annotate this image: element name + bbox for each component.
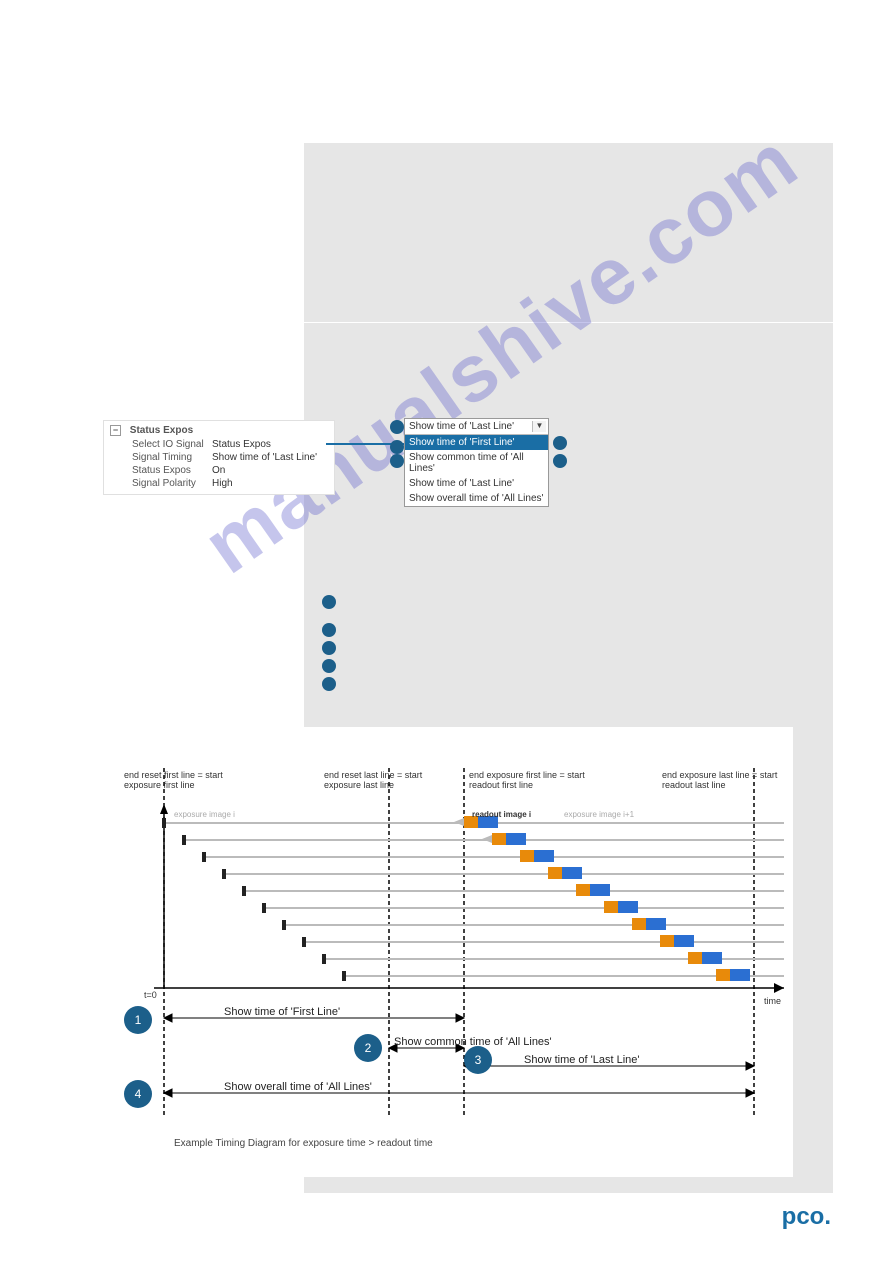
axis-origin-label: t=0 [144, 990, 157, 1000]
annotation-bullet [390, 420, 404, 434]
annotation-bullet [390, 440, 404, 454]
annotation-first: Show time of 'First Line' [224, 1006, 340, 1018]
prop-row[interactable]: Status Expos On [104, 464, 334, 477]
dropdown-selected[interactable]: Show time of 'Last Line' ▼ [405, 419, 548, 435]
dropdown-option[interactable]: Show common time of 'All Lines' [405, 450, 548, 476]
diagram-label: end exposure last line = start readout l… [662, 770, 792, 790]
bullet-icon [322, 641, 336, 655]
annotation-bullet [553, 454, 567, 468]
annotation-last: Show time of 'Last Line' [524, 1054, 639, 1066]
prop-row[interactable]: Signal Polarity High [104, 477, 334, 490]
annotation-bullet [390, 454, 404, 468]
prop-value: High [212, 478, 328, 489]
annotation-marker-1: 1 [124, 1006, 152, 1034]
diagram-band-label: readout image i [472, 810, 531, 819]
prop-value: Show time of 'Last Line' [212, 452, 328, 463]
dropdown-selected-label: Show time of 'Last Line' [409, 421, 514, 432]
annotation-bullet [322, 595, 336, 609]
diagram-label: end reset last line = start exposure las… [324, 770, 444, 790]
prop-key: Select IO Signal [132, 439, 212, 450]
annotation-marker-4: 4 [124, 1080, 152, 1108]
annotation-bullet [553, 436, 567, 450]
brand-logo: pco. [782, 1203, 831, 1231]
list-item [322, 659, 502, 673]
diagram-label: end reset first line = start exposure fi… [124, 770, 254, 790]
prop-key: Status Expos [132, 465, 212, 476]
dropdown-option[interactable]: Show time of 'First Line' [405, 435, 548, 450]
prop-value: On [212, 465, 328, 476]
chevron-down-icon[interactable]: ▼ [532, 421, 546, 432]
bullet-icon [322, 623, 336, 637]
annotation-marker-3: 3 [464, 1046, 492, 1074]
prop-key: Signal Timing [132, 452, 212, 463]
prop-row[interactable]: Signal Timing Show time of 'Last Line' [104, 451, 334, 464]
annotation-overall: Show overall time of 'All Lines' [224, 1081, 372, 1093]
diagram-label: end exposure first line = start readout … [469, 770, 609, 790]
list-item [322, 677, 502, 691]
diagram-band-label: exposure image i [174, 810, 235, 819]
bullet-icon [322, 659, 336, 673]
diagram-caption: Example Timing Diagram for exposure time… [174, 1138, 433, 1149]
list-item [322, 623, 502, 637]
bullet-icon [322, 677, 336, 691]
annotation-marker-2: 2 [354, 1034, 382, 1062]
dropdown-option[interactable]: Show overall time of 'All Lines' [405, 491, 548, 506]
timing-diagram: end reset first line = start exposure fi… [93, 727, 793, 1177]
prop-row[interactable]: Select IO Signal Status Expos [104, 438, 334, 451]
property-panel: − Status Expos Select IO Signal Status E… [103, 420, 335, 495]
diagram-band-label: exposure image i+1 [564, 810, 634, 819]
panel-title: Status Expos [130, 425, 193, 436]
list-item [322, 641, 502, 655]
collapse-icon[interactable]: − [110, 425, 121, 436]
axis-time-label: time [764, 996, 781, 1006]
prop-key: Signal Polarity [132, 478, 212, 489]
signal-timing-dropdown[interactable]: Show time of 'Last Line' ▼ Show time of … [404, 418, 549, 507]
panel-header[interactable]: − Status Expos [104, 423, 334, 438]
prop-value: Status Expos [212, 439, 328, 450]
divider [304, 322, 833, 323]
dropdown-option[interactable]: Show time of 'Last Line' [405, 476, 548, 491]
